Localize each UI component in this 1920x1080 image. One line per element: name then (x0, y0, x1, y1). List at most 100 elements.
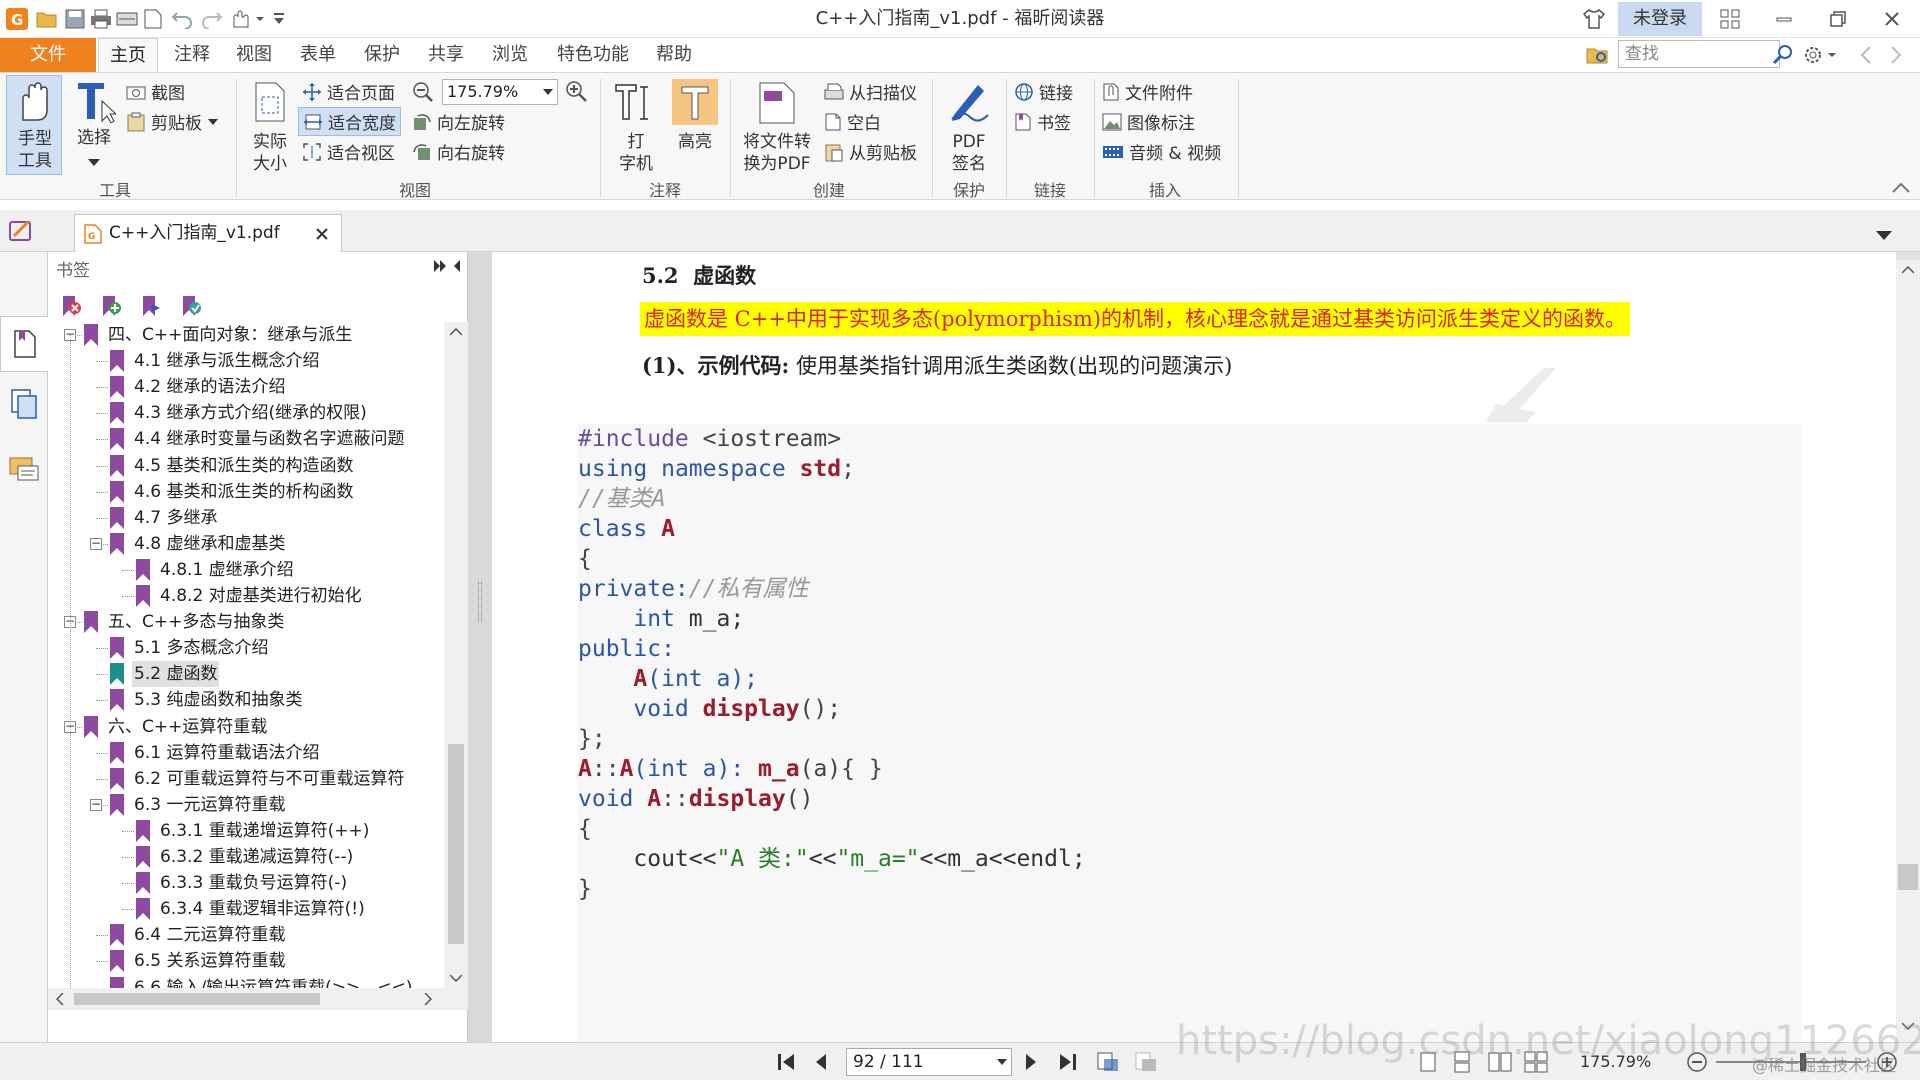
delete-bookmark-icon[interactable] (60, 294, 82, 318)
file-menu-tab[interactable]: 文件 (0, 38, 96, 72)
status-zoom-value[interactable]: 175.79% (1580, 1043, 1651, 1080)
scroll-thumb[interactable] (74, 993, 320, 1005)
collapse-toggle-icon[interactable]: − (90, 537, 102, 550)
document-vertical-scrollbar[interactable] (1896, 252, 1920, 1042)
minimize-button[interactable] (1764, 4, 1804, 34)
tab-share[interactable]: 共享 (420, 38, 472, 72)
scan-icon[interactable] (114, 6, 140, 32)
zoom-out-circle-icon[interactable] (1686, 1051, 1708, 1073)
tab-home[interactable]: 主页 (98, 38, 158, 72)
pages-thumbnails-icon[interactable] (10, 388, 38, 425)
settings-gear-icon[interactable] (1800, 42, 1840, 68)
tab-protect[interactable]: 保护 (356, 38, 408, 72)
tab-features[interactable]: 特色功能 (548, 38, 638, 72)
tab-help[interactable]: 帮助 (648, 38, 700, 72)
close-window-button[interactable] (1872, 4, 1912, 34)
save-icon[interactable] (62, 6, 88, 32)
hand-dropdown-icon[interactable] (228, 6, 268, 32)
foxit-logo-icon[interactable] (8, 218, 34, 249)
previous-view-icon[interactable] (1096, 1051, 1120, 1073)
find-folder-icon[interactable] (1584, 42, 1612, 68)
snapshot-button[interactable]: 截图 (126, 79, 185, 104)
new-document-icon[interactable] (140, 6, 166, 32)
document-tab[interactable]: G C++入门指南_v1.pdf (74, 214, 342, 252)
rotate-left-button[interactable]: 向左旋转 (412, 109, 505, 134)
app-logo-icon[interactable]: G (4, 6, 30, 32)
scroll-down-icon[interactable] (1902, 1022, 1914, 1030)
undo-icon[interactable] (168, 6, 196, 32)
panel-splitter[interactable] (468, 252, 492, 1042)
print-icon[interactable] (88, 6, 114, 32)
continuous-view-icon[interactable] (1452, 1051, 1472, 1073)
tab-list-dropdown-icon[interactable] (1876, 226, 1892, 246)
zoom-level-select[interactable]: 175.79% (442, 79, 558, 105)
bookmarks-panel-button[interactable] (0, 316, 48, 372)
continuous-facing-view-icon[interactable] (1524, 1051, 1548, 1073)
nav-forward-icon[interactable] (1884, 42, 1908, 68)
previous-page-icon[interactable] (814, 1053, 828, 1071)
shirt-skin-icon[interactable] (1574, 4, 1614, 34)
search-input[interactable]: 查找 (1618, 40, 1780, 68)
typewriter-button[interactable]: 打 字机 (608, 75, 664, 175)
audio-video-button[interactable]: 音频 & 视频 (1102, 139, 1221, 164)
comments-panel-icon[interactable] (8, 456, 40, 491)
zoom-out-icon[interactable] (412, 81, 434, 108)
scroll-left-icon[interactable] (56, 993, 64, 1005)
collapse-toggle-icon[interactable]: − (90, 798, 102, 811)
from-scanner-button[interactable]: 从扫描仪 (824, 79, 917, 104)
tab-form[interactable]: 表单 (292, 38, 344, 72)
bookmark-vertical-scrollbar[interactable] (444, 322, 468, 988)
from-clipboard-button[interactable]: 从剪贴板 (824, 139, 917, 164)
tab-comment[interactable]: 注释 (166, 38, 218, 72)
page-number-input[interactable]: 92 / 111 (846, 1048, 1012, 1076)
actual-size-button[interactable]: 实际 大小 (244, 75, 296, 175)
bookmark-horizontal-scrollbar[interactable] (48, 988, 468, 1010)
fit-page-button[interactable]: 适合页面 (302, 79, 395, 104)
collapse-panel-icon[interactable] (432, 258, 462, 279)
image-annotation-button[interactable]: 图像标注 (1102, 109, 1195, 134)
search-icon[interactable] (1770, 42, 1796, 68)
rotate-right-button[interactable]: 向右旋转 (412, 139, 505, 164)
customize-toolbar-icon[interactable] (270, 6, 288, 32)
select-tool-button[interactable]: 选择 (66, 75, 122, 175)
pdf-sign-button[interactable]: PDF 签名 (940, 75, 998, 175)
add-bookmark-icon[interactable] (100, 294, 122, 318)
scroll-up-icon[interactable] (450, 328, 462, 336)
facing-view-icon[interactable] (1488, 1051, 1512, 1073)
tab-browse[interactable]: 浏览 (484, 38, 536, 72)
scroll-right-icon[interactable] (424, 993, 432, 1005)
hand-tool-button[interactable]: 手型 工具 (6, 75, 62, 175)
document-view[interactable]: 5.2 虚函数 虚函数是 C++中用于实现多态(polymorphism)的机制… (492, 252, 1896, 1042)
scroll-up-icon[interactable] (1902, 266, 1914, 274)
tab-view[interactable]: 视图 (228, 38, 280, 72)
bookmark-options-icon[interactable] (180, 294, 202, 318)
first-page-icon[interactable] (776, 1053, 796, 1071)
add-bookmark-button[interactable]: 书签 (1014, 109, 1071, 134)
last-page-icon[interactable] (1058, 1053, 1078, 1071)
file-attachment-button[interactable]: 文件附件 (1102, 79, 1193, 104)
scroll-thumb[interactable] (1898, 864, 1918, 890)
clipboard-button[interactable]: 剪贴板 (126, 109, 218, 134)
next-page-icon[interactable] (1024, 1053, 1038, 1071)
layout-grid-icon[interactable] (1710, 4, 1750, 34)
restore-button[interactable] (1818, 4, 1858, 34)
redo-icon[interactable] (198, 6, 226, 32)
collapse-ribbon-icon[interactable] (1892, 179, 1910, 199)
highlight-button[interactable]: 高亮 (668, 75, 722, 175)
splitter-grip (478, 582, 482, 622)
next-view-icon[interactable] (1134, 1051, 1158, 1073)
scroll-thumb[interactable] (448, 744, 464, 944)
link-button[interactable]: 链接 (1014, 79, 1073, 104)
open-folder-icon[interactable] (34, 6, 60, 32)
scroll-down-icon[interactable] (450, 974, 462, 982)
close-tab-icon[interactable] (315, 227, 329, 241)
zoom-in-icon[interactable] (564, 79, 588, 108)
blank-page-button[interactable]: 空白 (824, 109, 881, 134)
fit-width-button[interactable]: 适合宽度 (298, 107, 401, 136)
single-page-view-icon[interactable] (1418, 1051, 1438, 1073)
convert-to-pdf-button[interactable]: 将文件转 换为PDF (736, 75, 818, 175)
expand-bookmark-icon[interactable] (140, 294, 162, 318)
fit-visible-button[interactable]: 适合视区 (302, 139, 395, 164)
nav-back-icon[interactable] (1854, 42, 1878, 68)
login-button[interactable]: 未登录 (1618, 2, 1702, 36)
